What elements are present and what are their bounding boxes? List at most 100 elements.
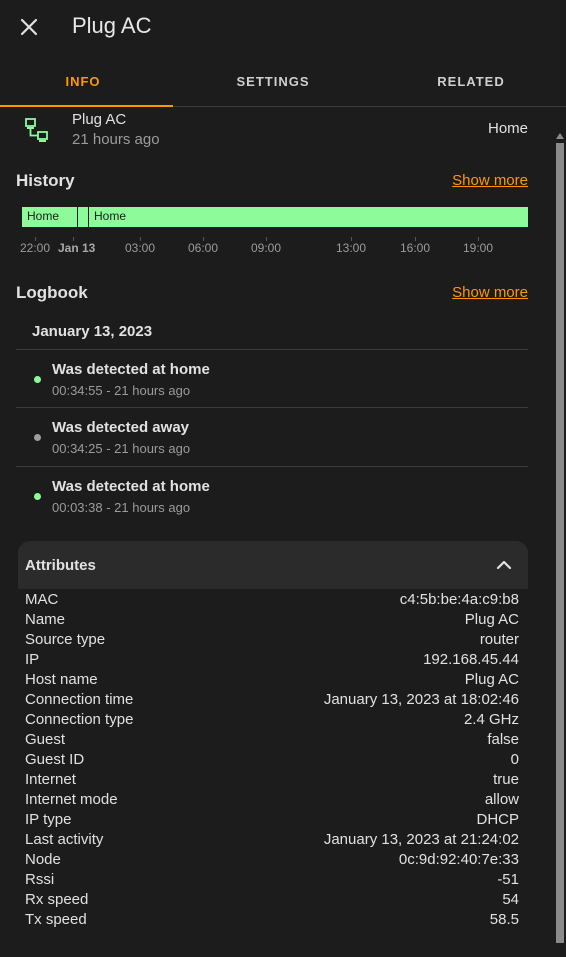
axis-tick-label: 06:00 [188, 241, 219, 255]
history-time-axis: 22:00 Jan 13 03:00 06:00 09:00 13:00 16:00 19:0… [0, 237, 554, 257]
more-info-dialog: Plug AC INFO SETTINGS RELATED Plug AC 21… [0, 0, 566, 957]
attribute-row: Rssi -51 [18, 869, 528, 889]
attribute-key: Rssi [25, 871, 55, 888]
attribute-key: Guest ID [25, 751, 85, 768]
state-dot [34, 434, 41, 441]
attribute-value: 54 [502, 891, 519, 908]
chevron-up-icon[interactable] [492, 553, 516, 577]
attribute-key: Connection time [25, 691, 134, 708]
attribute-key: Tx speed [25, 911, 87, 928]
logbook-message: Was detected at home [52, 478, 210, 495]
logbook-title: Logbook [16, 283, 88, 302]
entity-name: Plug AC [72, 111, 127, 128]
dialog-header: Plug AC [0, 0, 566, 56]
attribute-value: allow [484, 791, 519, 808]
attribute-key: Host name [25, 671, 98, 688]
attribute-value: c4:5b:be:4a:c9:b8 [399, 591, 519, 608]
attribute-row: Guest ID 0 [18, 749, 528, 769]
tab-bar: INFO SETTINGS RELATED [0, 58, 566, 107]
logbook-show-more-link[interactable]: Show more [452, 284, 528, 301]
attribute-key: Node [25, 851, 61, 868]
axis-tick-label: 22:00 [20, 241, 51, 255]
state-dot [34, 376, 41, 383]
attribute-key: IP type [25, 811, 72, 828]
attribute-key: Connection type [25, 711, 134, 728]
tab-info[interactable]: INFO [0, 58, 166, 106]
attribute-value: false [487, 731, 519, 748]
attribute-key: Internet mode [25, 791, 118, 808]
timeline-segment[interactable] [78, 207, 89, 227]
attribute-value: 2.4 GHz [463, 711, 519, 728]
logbook-time: 00:34:25 - 21 hours ago [52, 441, 191, 456]
attribute-row: Connection time January 13, 2023 at 18:02… [18, 689, 528, 709]
lan-connect-icon [25, 118, 48, 142]
attribute-row: Internet true [18, 769, 528, 789]
attribute-key: MAC [25, 591, 59, 608]
timeline-segment[interactable]: Home [22, 207, 78, 227]
attribute-key: Guest [25, 731, 66, 748]
axis-tick-label: 19:00 [463, 241, 494, 255]
axis-tick-label: 16:00 [400, 241, 431, 255]
attribute-value: router [479, 631, 519, 648]
attribute-row: Last activity January 13, 2023 at 21:24:0… [18, 829, 528, 849]
timeline-segment[interactable]: Home [89, 207, 529, 227]
attribute-row: Tx speed 58.5 [18, 909, 528, 929]
history-timeline[interactable]: Home Home [22, 207, 529, 227]
attribute-row: Internet mode allow [18, 789, 528, 809]
attribute-row: Rx speed 54 [18, 889, 528, 909]
scrollbar[interactable] [554, 107, 566, 957]
tab-settings[interactable]: SETTINGS [190, 58, 356, 106]
attributes-list: MAC c4:5b:be:4a:c9:b8 Name Plug AC Source ty… [18, 589, 528, 929]
attribute-key: Rx speed [25, 891, 89, 908]
logbook-entry[interactable]: Was detected at home 00:34:55 - 21 hours… [16, 350, 528, 408]
attribute-value: Plug AC [464, 671, 519, 688]
axis-tick-label: Jan 13 [58, 241, 96, 255]
attribute-row: Guest false [18, 729, 528, 749]
attribute-key: Name [25, 611, 66, 628]
attributes-header[interactable]: Attributes [18, 541, 528, 589]
attribute-value: -51 [497, 871, 519, 888]
dialog-content: Plug AC 21 hours ago Home History Show m… [0, 107, 554, 957]
attribute-value: Plug AC [464, 611, 519, 628]
attribute-key: Last activity [25, 831, 104, 848]
logbook-entry[interactable]: Was detected at home 00:03:38 - 21 hours… [16, 467, 528, 525]
attributes-title: Attributes [25, 557, 96, 574]
attribute-row: Name Plug AC [18, 609, 528, 629]
logbook-time: 00:34:55 - 21 hours ago [52, 383, 191, 398]
logbook-message: Was detected at home [52, 361, 210, 378]
close-button[interactable] [12, 10, 46, 44]
attribute-row: Connection type 2.4 GHz [18, 709, 528, 729]
attribute-value: true [493, 771, 519, 788]
attribute-row: Source type router [18, 629, 528, 649]
attribute-row: Node 0c:9d:92:40:7e:33 [18, 849, 528, 869]
attribute-value: DHCP [476, 811, 519, 828]
logbook-message: Was detected away [52, 419, 189, 436]
attribute-value: 0c:9d:92:40:7e:33 [398, 851, 519, 868]
entity-state: Home [487, 120, 528, 137]
attribute-value: January 13, 2023 at 18:02:46 [323, 691, 519, 708]
axis-tick-label: 09:00 [251, 241, 282, 255]
entity-last-changed: 21 hours ago [72, 131, 160, 148]
tab-related[interactable]: RELATED [388, 58, 554, 106]
scrollbar-thumb[interactable] [556, 143, 564, 943]
attribute-key: Internet [25, 771, 76, 788]
timeline-segment-label: Home [27, 209, 60, 223]
scroll-up-arrow-icon[interactable] [556, 133, 564, 139]
dialog-title: Plug AC [72, 13, 152, 38]
attribute-value: 192.168.45.44 [423, 651, 519, 668]
attribute-row: IP type DHCP [18, 809, 528, 829]
axis-tick-label: 13:00 [336, 241, 367, 255]
timeline-segment-label: Home [94, 209, 127, 223]
attribute-key: Source type [25, 631, 106, 648]
attribute-value: 0 [510, 751, 519, 768]
attribute-row: MAC c4:5b:be:4a:c9:b8 [18, 589, 528, 609]
attributes-card: Attributes MAC c4:5b:be:4a:c9:b8 Name Plug … [18, 541, 528, 941]
attribute-value: January 13, 2023 at 21:24:02 [323, 831, 519, 848]
attribute-value: 58.5 [489, 911, 519, 928]
history-title: History [16, 171, 75, 190]
attribute-key: IP [25, 651, 40, 668]
axis-tick-label: 03:00 [125, 241, 156, 255]
entity-row[interactable]: Plug AC 21 hours ago Home [0, 107, 554, 157]
history-show-more-link[interactable]: Show more [452, 172, 528, 189]
logbook-entry[interactable]: Was detected away 00:34:25 - 21 hours ag… [16, 408, 528, 466]
